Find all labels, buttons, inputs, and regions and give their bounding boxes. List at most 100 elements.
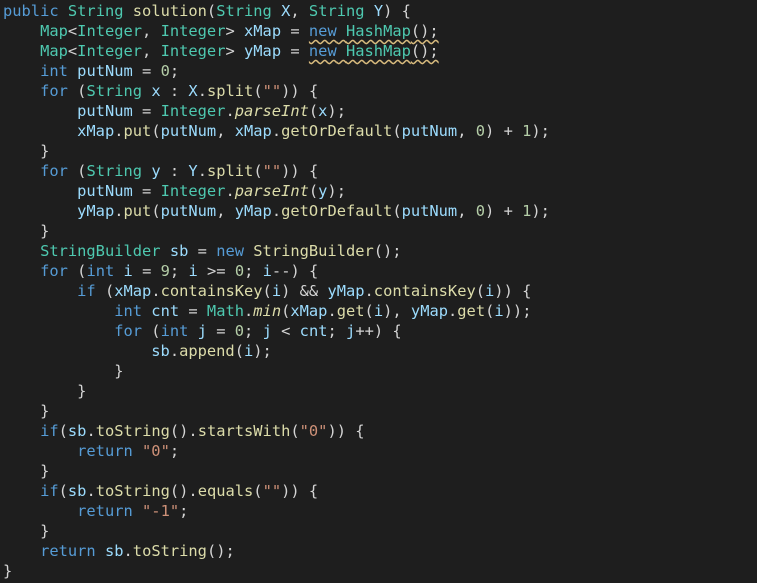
code-line[interactable]: } xyxy=(0,401,757,421)
code-token: new xyxy=(216,242,244,260)
code-token: ; xyxy=(169,62,180,80)
code-token: . xyxy=(327,302,337,320)
code-token: toString xyxy=(95,422,170,440)
code-token: ) + xyxy=(485,122,523,140)
code-token: ; xyxy=(169,262,189,280)
code-token: ( xyxy=(234,342,244,360)
code-line[interactable]: if(sb.toString().startsWith("0")) { xyxy=(0,421,757,441)
code-line[interactable]: Map<Integer, Integer> yMap = new HashMap… xyxy=(0,41,757,61)
code-token: )); xyxy=(503,302,532,320)
code-token: Integer xyxy=(160,102,226,120)
code-line[interactable]: Map<Integer, Integer> xMap = new HashMap… xyxy=(0,21,757,41)
code-token: containsKey xyxy=(160,282,263,300)
code-token: )) { xyxy=(281,162,319,180)
code-line[interactable]: } xyxy=(0,381,757,401)
code-token: X xyxy=(281,2,291,20)
code-token: = xyxy=(179,302,207,320)
code-token: "-1" xyxy=(142,502,180,520)
code-token: sb xyxy=(151,342,170,360)
code-line[interactable]: if(sb.toString().equals("")) { xyxy=(0,481,757,501)
code-token: } xyxy=(3,402,50,420)
code-token: "" xyxy=(262,82,282,100)
code-token: xMap xyxy=(290,302,328,320)
code-token: "" xyxy=(262,162,282,180)
code-token: Integer xyxy=(77,42,143,60)
code-token: String xyxy=(67,2,124,20)
code-line[interactable]: int cnt = Math.min(xMap.get(i), yMap.get… xyxy=(0,301,757,321)
code-line[interactable]: StringBuilder sb = new StringBuilder(); xyxy=(0,241,757,261)
code-line[interactable]: for (String y : Y.split("")) { xyxy=(0,161,757,181)
code-token: . xyxy=(244,302,254,320)
code-line[interactable]: putNum = Integer.parseInt(y); xyxy=(0,181,757,201)
code-token: } xyxy=(3,222,50,240)
code-token: toString xyxy=(132,542,207,560)
code-token: (); xyxy=(410,22,439,40)
code-token: . xyxy=(225,182,235,200)
code-token: , xyxy=(457,202,476,220)
code-token: int xyxy=(160,322,189,340)
code-token: putNum xyxy=(77,62,133,80)
code-token: toString xyxy=(95,482,170,500)
code-line[interactable]: return "0"; xyxy=(0,441,757,461)
code-token: . xyxy=(271,202,282,220)
code-token: public xyxy=(3,2,59,20)
code-token: yMap xyxy=(244,42,282,60)
code-line[interactable]: for (int j = 0; j < cnt; j++) { xyxy=(0,321,757,341)
code-token: ); xyxy=(253,342,272,360)
code-token: } xyxy=(3,462,50,480)
code-token: int xyxy=(114,302,143,320)
code-line[interactable]: xMap.put(putNum, xMap.getOrDefault(putNu… xyxy=(0,121,757,141)
code-token: Integer xyxy=(160,22,226,40)
code-token: int xyxy=(86,262,115,280)
code-token: Math xyxy=(206,302,244,320)
code-line[interactable]: if (xMap.containsKey(i) && yMap.contains… xyxy=(0,281,757,301)
code-token: "0" xyxy=(299,422,328,440)
code-token: 0 xyxy=(475,202,486,220)
code-line[interactable]: } xyxy=(0,221,757,241)
code-line[interactable]: yMap.put(putNum, yMap.getOrDefault(putNu… xyxy=(0,201,757,221)
code-editor[interactable]: public String solution(String X, String … xyxy=(0,0,757,583)
code-line[interactable]: sb.append(i); xyxy=(0,341,757,361)
code-line[interactable]: } xyxy=(0,561,757,581)
code-token: (); xyxy=(373,242,402,260)
code-token: = xyxy=(188,242,217,260)
code-token: ( xyxy=(364,302,374,320)
code-token: . xyxy=(364,282,374,300)
code-token: ); xyxy=(531,202,550,220)
code-line[interactable]: int putNum = 0; xyxy=(0,61,757,81)
code-line[interactable]: } xyxy=(0,361,757,381)
code-token: ( xyxy=(392,202,402,220)
code-token: . xyxy=(114,202,124,220)
code-line[interactable]: } xyxy=(0,461,757,481)
code-line[interactable]: return sb.toString(); xyxy=(0,541,757,561)
code-token: ( xyxy=(392,122,402,140)
code-line[interactable]: return "-1"; xyxy=(0,501,757,521)
code-line[interactable]: public String solution(String X, String … xyxy=(0,1,757,21)
code-line[interactable]: } xyxy=(0,521,757,541)
code-token: 9 xyxy=(160,262,170,280)
code-token: i xyxy=(494,302,504,320)
code-token: ( xyxy=(281,302,291,320)
code-token: ; xyxy=(169,442,180,460)
code-line[interactable]: for (String x : X.split("")) { xyxy=(0,81,757,101)
code-token: ( xyxy=(206,2,217,20)
code-line[interactable]: putNum = Integer.parseInt(x); xyxy=(0,101,757,121)
code-token: . xyxy=(86,422,96,440)
code-token: for xyxy=(114,322,143,340)
code-token: sb xyxy=(104,542,124,560)
code-line[interactable]: for (int i = 9; i >= 0; i--) { xyxy=(0,261,757,281)
code-token: X xyxy=(188,82,198,100)
code-line[interactable]: } xyxy=(0,141,757,161)
code-token: ; xyxy=(244,262,263,280)
